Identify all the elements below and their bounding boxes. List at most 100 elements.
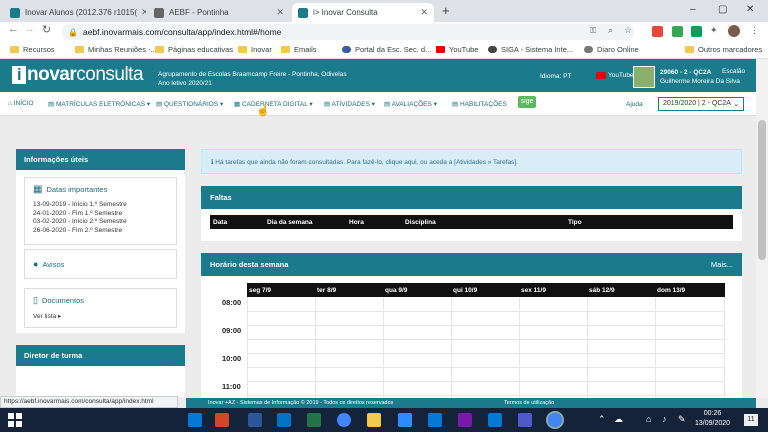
word-icon[interactable]	[248, 413, 262, 427]
user-role: Escalão	[722, 68, 746, 75]
bookmark-item[interactable]: Inovar	[238, 45, 272, 54]
cloud-icon[interactable]: ☁	[614, 414, 623, 425]
powerpoint-icon[interactable]	[215, 413, 229, 427]
menu-icon[interactable]: ⋮	[750, 25, 759, 36]
browser-tab-active[interactable]: i> Inovar Consulta ✕	[292, 3, 434, 22]
maximize-button[interactable]: ▢	[718, 4, 727, 15]
back-arrow-icon[interactable]: ←	[8, 23, 19, 35]
nav-item-caderneta[interactable]: ▦ CADERNETA DIGITAL ▾	[234, 100, 313, 108]
minimize-button[interactable]: –	[690, 4, 696, 15]
file-explorer-icon[interactable]	[367, 413, 381, 427]
list-icon: ▤	[452, 101, 459, 108]
year-select[interactable]: 2019/2020 | 2 - QC2A ⌄	[658, 97, 744, 111]
zoom-icon[interactable]: ⌕	[608, 25, 613, 36]
scrollbar-thumb[interactable]	[758, 120, 766, 260]
reload-icon[interactable]: ↻	[42, 23, 51, 36]
time-label: 08:00	[222, 298, 242, 307]
tab-favicon-icon	[298, 7, 308, 18]
close-icon[interactable]: ✕	[416, 7, 428, 18]
zoom-app-icon[interactable]	[398, 413, 412, 427]
tasks-alert[interactable]: ℹ Há tarefas que ainda não foram consult…	[201, 149, 742, 174]
notifications-button[interactable]: 11	[744, 414, 758, 426]
folder-icon	[75, 46, 84, 53]
date-item: 26-06-2020 - Fim 2.º Semestre	[33, 226, 123, 234]
column-header: Tipo	[568, 219, 582, 226]
excel-icon[interactable]	[307, 413, 321, 427]
chrome-icon[interactable]	[337, 413, 351, 427]
tab-title: i> Inovar Consulta	[313, 8, 378, 17]
bookmark-item[interactable]: YouTube	[436, 45, 478, 54]
sige-button[interactable]: sige	[518, 96, 536, 108]
schedule-days-header: seg 7/9 ter 8/9 qua 9/9 qui 10/9 sex 11/…	[247, 283, 725, 297]
faltas-title: Faltas	[201, 186, 742, 209]
nav-item-matriculas[interactable]: ▤ MATRÍCULAS ELETRÓNICAS ▾	[48, 100, 150, 108]
caret-down-icon: ▾	[433, 101, 437, 108]
extension-icon[interactable]	[691, 26, 702, 37]
new-tab-button[interactable]: +	[442, 3, 450, 18]
nav-item-habilitacoes[interactable]: ▤ HABILITAÇÕES	[452, 100, 507, 108]
url-input[interactable]: 🔒 aebf.inovarmais.com/consulta/app/index…	[62, 24, 634, 40]
language-selector[interactable]: Idioma: PT	[540, 73, 571, 80]
teams-icon[interactable]	[518, 413, 532, 427]
forward-arrow-icon[interactable]: →	[24, 23, 35, 35]
dates-list: 13-09-2019 - Início 1.º Semestre 24-01-2…	[33, 201, 168, 235]
extension-icon[interactable]	[652, 26, 663, 37]
network-icon[interactable]: ⌂	[646, 414, 651, 424]
youtube-link[interactable]: YouTube	[596, 72, 634, 79]
caret-down-icon: ▾	[219, 101, 224, 108]
bookmark-item[interactable]: Minhas Reuniões -...	[75, 45, 157, 54]
chevron-up-icon[interactable]: ⌃	[598, 414, 606, 425]
siga-icon	[488, 46, 497, 53]
mouse-cursor-icon: ☝	[256, 105, 270, 117]
browser-tab[interactable]: Inovar Alunos (2012.376 r1015( ✕	[4, 3, 146, 22]
extension-icon[interactable]	[672, 26, 683, 37]
outlook-icon[interactable]	[277, 413, 291, 427]
bookmark-item[interactable]: Diaro Online	[584, 45, 639, 54]
avisos-card[interactable]: ● Avisos	[24, 249, 177, 279]
nav-item-inicio[interactable]: ⌂ INÍCIO	[8, 100, 34, 107]
nav-item-avaliacoes[interactable]: ▤ AVALIAÇÕES ▾	[384, 100, 437, 108]
status-url: https://aebf.inovarmais.com/consulta/app…	[0, 396, 178, 408]
key-icon[interactable]: ⚿	[590, 26, 596, 36]
bookmark-item[interactable]: Páginas educativas	[155, 45, 233, 54]
edge-icon[interactable]	[188, 413, 202, 427]
copyright-text: Inovar +AZ - Sistemas de Informação © 20…	[208, 400, 394, 406]
browser-tab[interactable]: AEBF - Pontinha ✕	[148, 3, 290, 22]
bookmark-item[interactable]: SIGA - Sistema Inte...	[488, 45, 573, 54]
windows-start-icon[interactable]	[8, 413, 22, 427]
help-link[interactable]: Ajuda	[626, 101, 643, 108]
bookmark-item[interactable]: Outros marcadores	[685, 45, 762, 54]
taskbar-clock[interactable]: 00:26 13/09/2020	[695, 409, 730, 429]
close-icon[interactable]: ✕	[137, 7, 146, 18]
nav-item-questionarios[interactable]: ▤ QUESTIONÁRIOS ▾	[156, 100, 223, 108]
list-icon: ▤	[156, 101, 163, 108]
bookmark-item[interactable]: Recursos	[10, 45, 55, 54]
star-icon[interactable]: ☆	[624, 25, 632, 36]
profile-avatar[interactable]	[728, 25, 740, 37]
puzzle-icon[interactable]: ✦	[710, 25, 718, 36]
mail-icon[interactable]	[428, 413, 442, 427]
close-window-button[interactable]: ✕	[746, 4, 754, 15]
chrome-active-icon[interactable]	[546, 411, 564, 429]
inovar-logo[interactable]: i novarconsulta	[12, 64, 144, 86]
user-avatar[interactable]	[633, 66, 655, 88]
bookmark-item[interactable]: Portal da Esc. Sec. d...	[342, 45, 431, 54]
bookmark-item[interactable]: Emails	[281, 45, 317, 54]
close-icon[interactable]: ✕	[272, 7, 284, 18]
terms-link[interactable]: Termos de utilização	[504, 400, 554, 406]
caret-down-icon: ▾	[371, 101, 375, 108]
onenote-icon[interactable]	[458, 413, 472, 427]
calendar-icon: ▦	[33, 184, 43, 195]
time-label: 11:00	[222, 382, 241, 391]
volume-icon[interactable]: ♪	[662, 414, 667, 424]
nav-item-atividades[interactable]: ▤ ATIVIDADES ▾	[324, 100, 375, 108]
more-link[interactable]: Mais...	[711, 260, 733, 269]
store-icon[interactable]	[488, 413, 502, 427]
column-header: Disciplina	[405, 219, 436, 226]
portal-icon	[342, 46, 351, 53]
language-icon[interactable]: ✎	[678, 414, 686, 425]
schedule-grid: seg 7/9 ter 8/9 qua 9/9 qui 10/9 sex 11/…	[218, 283, 725, 398]
schedule-title: Horário desta semana	[210, 260, 289, 269]
folder-icon	[238, 46, 247, 53]
docs-link[interactable]: Ver lista ▸	[33, 312, 168, 320]
